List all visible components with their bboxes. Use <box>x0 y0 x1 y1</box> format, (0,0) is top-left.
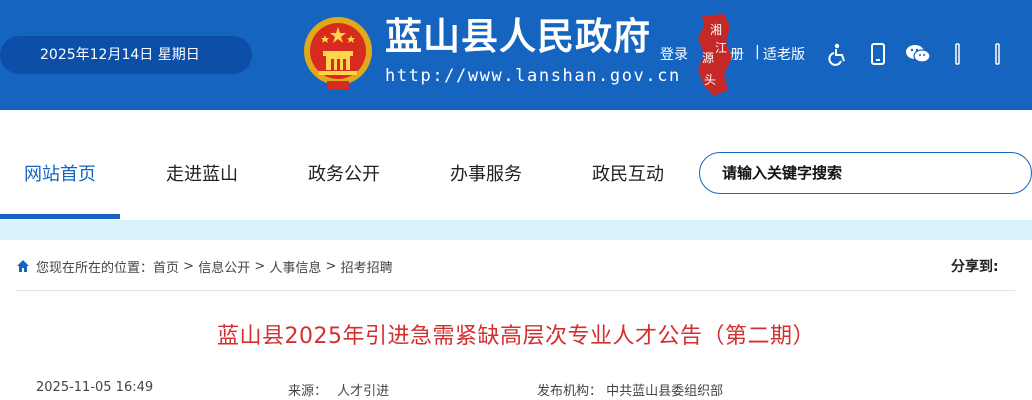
seal-logo: 湘 江 源 头 <box>698 14 732 96</box>
article-date: 2025-11-05 16:49 <box>36 380 154 395</box>
source-label: 来源： <box>288 384 328 399</box>
login-link[interactable]: 登录 <box>660 44 688 64</box>
nav-government-affairs[interactable]: 政务公开 <box>282 110 406 220</box>
elderly-mode-link[interactable]: 适老版 <box>763 44 805 64</box>
site-header: 2025年12月14日 星期日 蓝山县人民政府 http://www.lansh… <box>0 0 1032 110</box>
source-value: 人才引进 <box>337 384 390 399</box>
wechat-icon[interactable] <box>905 42 931 66</box>
publisher-label: 发布机构： <box>537 384 603 399</box>
home-icon <box>17 260 29 272</box>
article-publisher: 发布机构： 中共蓝山县委组织部 <box>537 380 723 399</box>
breadcrumb-item-recruitment[interactable]: 招考招聘 <box>341 257 393 276</box>
banner-strip <box>0 220 1032 240</box>
breadcrumb-prefix: 您现在所在的位置： <box>36 260 154 276</box>
nav-interaction[interactable]: 政民互动 <box>566 110 690 220</box>
article-title: 蓝山县2025年引进急需紧缺高层次专业人才公告（第二期） <box>217 324 815 349</box>
svg-text:源: 源 <box>702 51 714 65</box>
svg-text:江: 江 <box>715 41 727 55</box>
divider <box>16 290 1015 291</box>
site-title[interactable]: 蓝山县人民政府 <box>385 14 651 60</box>
breadcrumb: 您现在所在的位置： 首页 > 信息公开 > 人事信息 > 招考招聘 <box>16 256 393 276</box>
nav-services[interactable]: 办事服务 <box>424 110 548 220</box>
current-date: 2025年12月14日 星期日 <box>0 36 252 74</box>
svg-text:湘: 湘 <box>710 22 722 37</box>
breadcrumb-item-home[interactable]: 首页 <box>153 257 179 276</box>
nav-home[interactable]: 网站首页 <box>0 110 120 220</box>
search-input[interactable]: 请输入关键字搜索 <box>699 152 1032 194</box>
link-separator: | <box>755 44 760 60</box>
accessibility-icon[interactable] <box>826 42 850 66</box>
more-icon[interactable] <box>992 42 1004 66</box>
national-emblem-icon <box>304 17 372 89</box>
publisher-value: 中共蓝山县委组织部 <box>606 384 724 399</box>
nav-about-lanshan[interactable]: 走进蓝山 <box>140 110 264 220</box>
article-source: 来源： 人才引进 <box>288 380 389 399</box>
breadcrumb-separator: > <box>250 258 270 274</box>
weibo-icon[interactable] <box>952 42 964 66</box>
mobile-icon[interactable] <box>866 42 890 66</box>
breadcrumb-separator: > <box>321 258 341 274</box>
breadcrumb-item-info[interactable]: 信息公开 <box>198 257 250 276</box>
nav-active-indicator <box>0 214 120 219</box>
breadcrumb-separator: > <box>179 258 199 274</box>
svg-text:头: 头 <box>704 73 716 87</box>
share-label: 分享到: <box>951 259 999 275</box>
site-url: http://www.lanshan.gov.cn <box>385 66 681 86</box>
breadcrumb-item-personnel[interactable]: 人事信息 <box>269 257 321 276</box>
